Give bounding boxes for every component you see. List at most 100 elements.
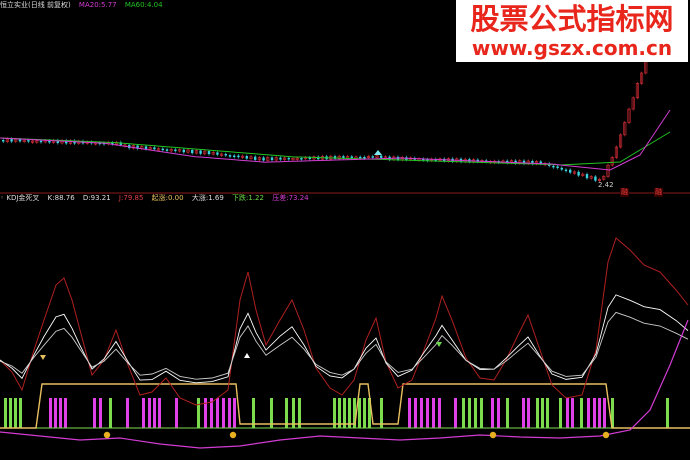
signal-bar-magenta (603, 398, 606, 428)
candle-body (262, 157, 265, 161)
low-price-label: 2.42 (598, 181, 614, 189)
upper-header: 恒立实业(日线 前复权) MA20:5.77 MA60:4.04 (0, 1, 169, 10)
signal-bar-magenta (593, 398, 596, 428)
signal-bar-magenta (64, 398, 67, 428)
candle-body (182, 149, 185, 153)
ma20-value: 5.77 (101, 1, 117, 9)
candle-body (585, 174, 589, 179)
signal-dot-icon (229, 431, 237, 439)
candle-body (371, 156, 374, 158)
signal-bar-magenta (497, 398, 500, 428)
candle-body (560, 167, 563, 170)
j-line (0, 237, 689, 406)
ma60-value: 4.04 (146, 1, 163, 9)
signal-bar-magenta (93, 398, 96, 428)
candle-body (2, 140, 5, 142)
d-label: D: (82, 194, 91, 202)
signal-spread-label: 压差: (272, 194, 289, 202)
signal-bar-magenta (216, 398, 219, 428)
candle-body (380, 155, 383, 158)
candle-body (191, 149, 194, 154)
panel-dot-icon: ◦ (0, 194, 5, 202)
candle-body (594, 176, 597, 181)
signal-rise-label: 起涨: (151, 194, 168, 202)
candle-body (363, 156, 366, 159)
ma60-label: MA60: (124, 1, 147, 9)
candle-body (18, 139, 22, 142)
signal-bar-green (468, 398, 471, 428)
candle-body (287, 157, 290, 160)
signal-bar-magenta (222, 398, 225, 428)
signal-bar-magenta (408, 398, 411, 428)
candle-body (224, 153, 227, 156)
candle-body (207, 151, 211, 155)
candle-body (569, 169, 572, 173)
signal-bar-green (474, 398, 477, 428)
candle-body (552, 165, 555, 168)
candle-body (279, 157, 282, 160)
signal-bar-magenta (54, 398, 57, 428)
candle-body (27, 140, 30, 142)
signal-bar-magenta (454, 398, 457, 428)
watermark-title: 股票公式指标网 (470, 2, 674, 36)
signal-triangle-icon (40, 355, 46, 360)
signal-bar-magenta (204, 398, 207, 428)
margin-badge-1[interactable]: 融 (620, 188, 629, 197)
signal-bar-green (4, 398, 7, 428)
candle-body (161, 148, 164, 151)
candle-body (174, 149, 177, 152)
signal-bar-magenta (566, 398, 569, 428)
signal-bar-green (536, 398, 539, 428)
signal-bar-magenta (598, 398, 601, 428)
candle-body (245, 156, 248, 159)
candle-body (270, 157, 274, 161)
signal-bar-magenta (228, 398, 231, 428)
signal-bar-green (19, 398, 22, 428)
candle-body (564, 169, 568, 172)
signal-bar-green (546, 398, 549, 428)
k-value: 88.76 (54, 194, 75, 202)
candle-body (300, 158, 303, 160)
margin-badge-2[interactable]: 融 (654, 188, 663, 197)
signal-spread-value: 73.24 (288, 194, 309, 202)
signal-bar-magenta (175, 398, 178, 428)
signal-bar-magenta (99, 398, 102, 428)
watermark-url: www.gszx.com.cn (471, 36, 673, 60)
candle-body (556, 166, 559, 168)
candle-body (233, 155, 236, 158)
signal-bar-magenta (491, 398, 494, 428)
signal-bar-green (9, 398, 12, 428)
signal-triangle-icon (244, 353, 250, 358)
signal-bar-green (559, 398, 562, 428)
signal-bar-magenta (432, 398, 435, 428)
signal-bar-magenta (59, 398, 62, 428)
candle-body (216, 152, 219, 155)
signal-bar-magenta (233, 398, 236, 428)
signal-surge-value: 1.69 (208, 194, 224, 202)
chart-window: 恒立实业(日线 前复权) MA20:5.77 MA60:4.04 2.42 融 … (0, 0, 690, 460)
signal-bar-magenta (527, 398, 530, 428)
signal-bar-magenta (142, 398, 145, 428)
candle-body (144, 146, 148, 150)
j-value: 79.85 (123, 194, 144, 202)
price-arrow-icon (374, 150, 382, 155)
price-chart-canvas[interactable] (0, 0, 690, 460)
signal-bar-magenta (153, 398, 156, 428)
signal-bar-magenta (587, 398, 590, 428)
signal-bar-magenta (426, 398, 429, 428)
signal-dot-icon (489, 431, 497, 439)
watermark-banner: 股票公式指标网 www.gszx.com.cn (456, 0, 688, 62)
candle-body (39, 140, 43, 143)
signal-bar-magenta (414, 398, 417, 428)
signal-dot-icon (602, 431, 610, 439)
signal-bar-green (197, 398, 200, 428)
signal-bar-magenta (438, 398, 441, 428)
candle-body (577, 171, 580, 176)
signal-bar-magenta (522, 398, 525, 428)
d-line (0, 311, 689, 380)
signal-triangle-icon (436, 342, 442, 347)
d-value: 93.21 (90, 194, 111, 202)
ma20-label: MA20: (78, 1, 102, 9)
candle-body (199, 150, 202, 154)
signal-bar-magenta (420, 398, 423, 428)
